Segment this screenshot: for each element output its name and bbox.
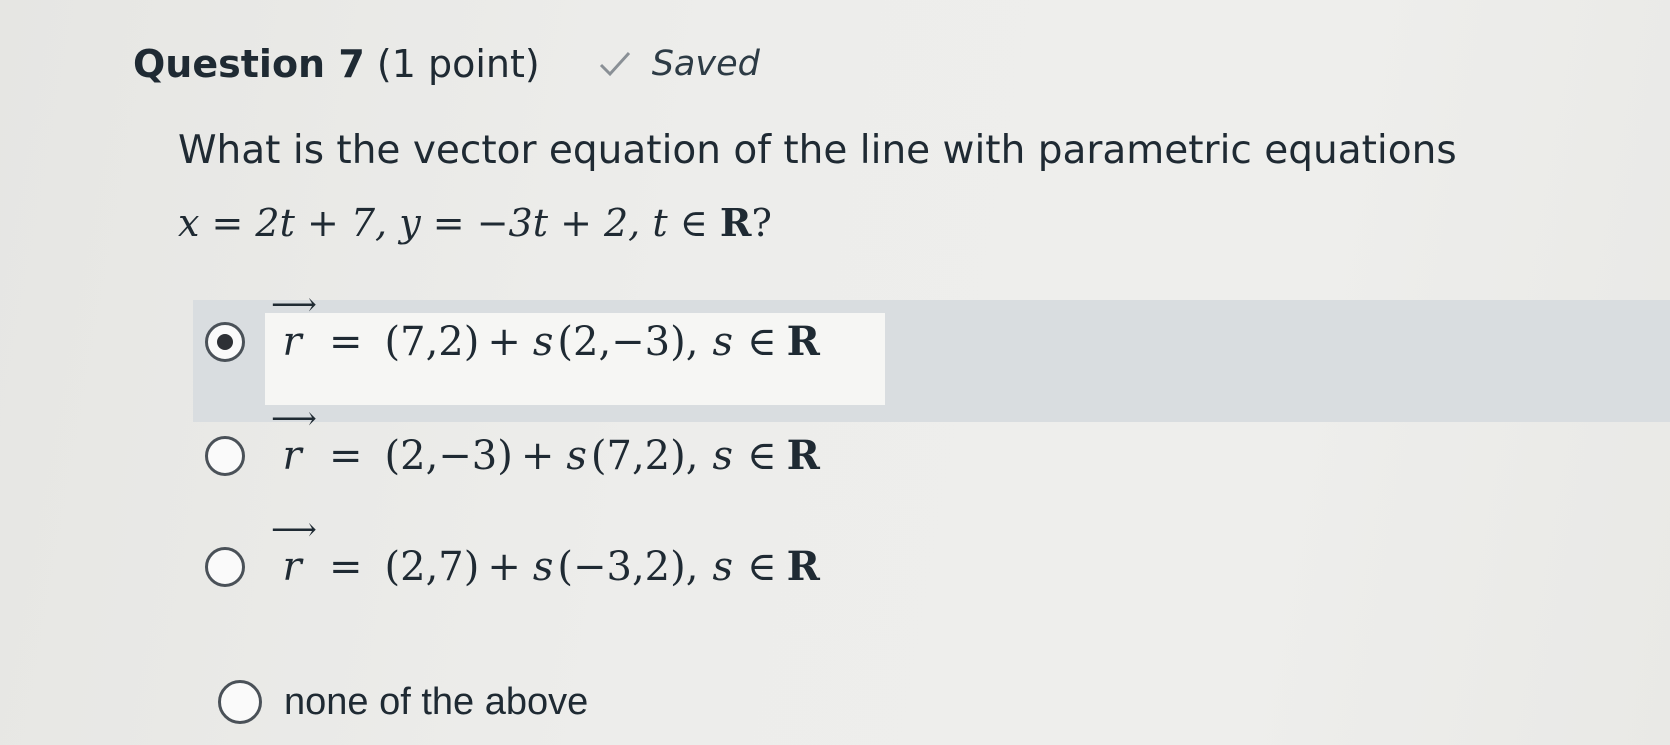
point-vector: (2,−3): [384, 432, 513, 479]
parametric-equations: x = 2t + 7, y = −3t + 2, t ∈ R?: [178, 200, 772, 245]
answer-option-4[interactable]: none of the above: [218, 680, 588, 724]
vector-r: r: [271, 399, 317, 479]
question-title: Question 7 (1 point): [133, 42, 540, 86]
question-number: Question 7: [133, 42, 365, 86]
vector-r: r: [271, 285, 317, 365]
point-vector: (2,7): [384, 543, 480, 590]
real-set: R: [719, 200, 752, 245]
question-mark: ?: [751, 201, 772, 245]
vector-r: r: [271, 510, 317, 590]
question-prompt: What is the vector equation of the line …: [178, 128, 1457, 173]
radio-button[interactable]: [205, 546, 245, 587]
radio-button[interactable]: [218, 680, 262, 724]
answer-option-1[interactable]: r = (7,2) + s (2,−3), s ∈ R: [205, 285, 820, 366]
quiz-page: Question 7 (1 point) Saved What is the v…: [0, 0, 1670, 745]
question-header: Question 7 (1 point) Saved: [133, 42, 760, 86]
option-3-equation: r = (2,7) + s (−3,2), s ∈ R: [271, 510, 820, 591]
y-equation: y = −3t + 2,: [399, 201, 641, 245]
saved-label: Saved: [651, 44, 760, 84]
direction-vector: (7,2): [590, 432, 686, 479]
option-2-equation: r = (2,−3) + s (7,2), s ∈ R: [271, 399, 820, 480]
point-vector: (7,2): [384, 318, 480, 365]
answer-option-3[interactable]: r = (2,7) + s (−3,2), s ∈ R: [205, 510, 820, 591]
direction-vector: (−3,2): [557, 543, 686, 590]
answer-option-2[interactable]: r = (2,−3) + s (7,2), s ∈ R: [205, 399, 820, 480]
direction-vector: (2,−3): [557, 318, 686, 365]
saved-status: Saved: [598, 44, 760, 84]
radio-button-selected[interactable]: [205, 321, 245, 362]
radio-button[interactable]: [205, 435, 245, 476]
option-4-label: none of the above: [284, 680, 589, 723]
t-domain: t ∈: [652, 201, 708, 245]
x-equation: x = 2t + 7,: [178, 201, 388, 245]
option-1-equation: r = (7,2) + s (2,−3), s ∈ R: [271, 285, 820, 366]
question-points: (1 point): [376, 42, 540, 86]
check-icon: [599, 51, 630, 77]
